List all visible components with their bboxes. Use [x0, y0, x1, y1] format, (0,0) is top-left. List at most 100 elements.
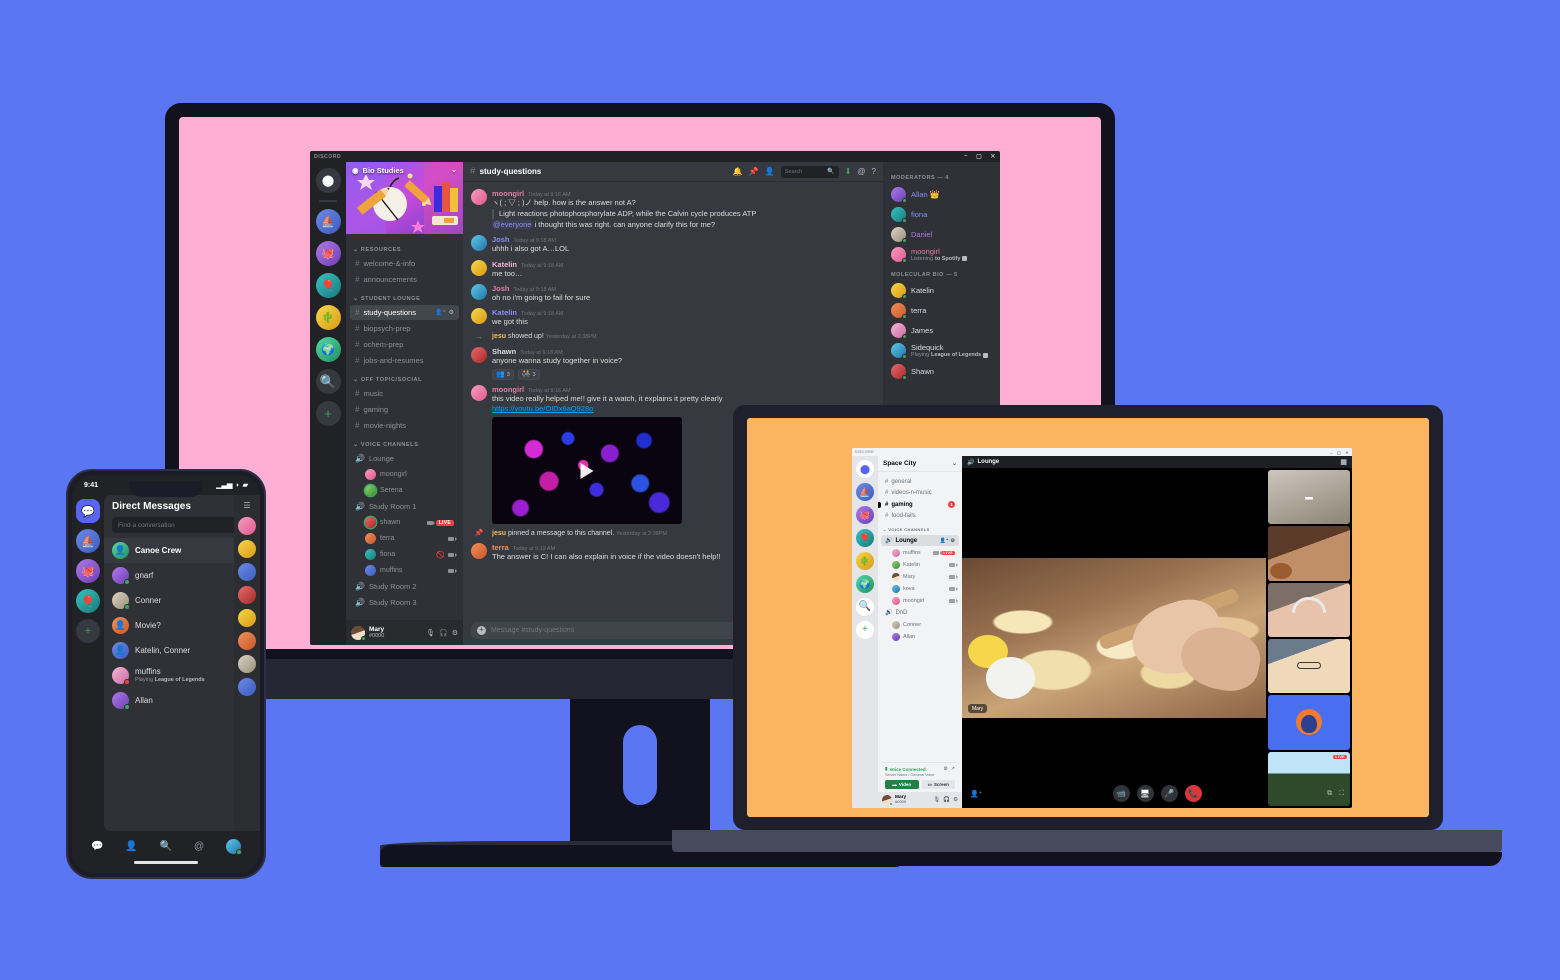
peek-avatar[interactable]: [238, 632, 256, 650]
channel-item-announcements[interactable]: # announcements: [350, 272, 459, 287]
avatar[interactable]: [471, 307, 487, 324]
voice-member[interactable]: Katelin: [888, 559, 959, 570]
channel-item-biopsych-prep[interactable]: # biopsych-prep: [350, 321, 459, 336]
voice-channel-Study Room 3[interactable]: 🔊 Study Room 3: [350, 595, 459, 610]
hamburger-icon[interactable]: ☰: [243, 501, 250, 510]
server-cactus[interactable]: 🌵: [856, 552, 874, 570]
voice-channel-Lounge[interactable]: 🔊 Lounge: [350, 451, 459, 466]
author-name[interactable]: terra: [492, 543, 509, 552]
tile-guitar[interactable]: [1268, 526, 1350, 581]
nav-search[interactable]: 🔍: [160, 841, 172, 852]
add-attachment-icon[interactable]: +: [477, 626, 486, 635]
channel-item-study-questions[interactable]: # study-questions 👤⁺ ⚙: [350, 305, 459, 320]
author-name[interactable]: Josh: [492, 284, 510, 293]
voice-channel-Study Room 1[interactable]: 🔊 Study Room 1: [350, 499, 459, 514]
channel-list[interactable]: RESOURCES#welcome-&-info#announcementsST…: [346, 234, 463, 620]
invite-icon[interactable]: 👤⁺: [970, 790, 982, 798]
member-row[interactable]: fiona: [883, 204, 1000, 224]
minimize-button[interactable]: –: [1330, 450, 1333, 455]
member-row[interactable]: Shawn: [883, 361, 1000, 381]
voice-member[interactable]: Serena: [360, 483, 459, 498]
channel-list[interactable]: # general # videos-n-music # gaming 1 # food-fai…: [878, 472, 962, 762]
discord-home[interactable]: ⬤: [856, 460, 874, 478]
channel-category[interactable]: OFF TOPIC/SOCIAL: [346, 369, 463, 385]
channel-item-gaming[interactable]: # gaming: [350, 402, 459, 417]
pin-icon[interactable]: 📌: [749, 167, 759, 176]
server-teal[interactable]: 🎈: [315, 273, 341, 298]
peek-avatar[interactable]: [238, 540, 256, 558]
server-header[interactable]: ◉ Bio Studies ⌄: [346, 162, 463, 178]
voice-member[interactable]: muffins: [360, 563, 459, 578]
chevron-down-icon[interactable]: ⌄: [952, 460, 957, 467]
tile-avatar[interactable]: [1268, 695, 1350, 750]
settings-icon[interactable]: ⚙: [943, 766, 947, 772]
add-server[interactable]: +: [315, 401, 341, 426]
video-button[interactable]: ▬ Video: [885, 780, 919, 789]
voice-member[interactable]: muffins LIVE: [888, 547, 959, 558]
voice-channel-Study Room 2[interactable]: 🔊 Study Room 2: [350, 579, 459, 594]
mentions-icon[interactable]: @: [857, 167, 865, 176]
home-dms[interactable]: 💬: [76, 499, 100, 523]
help-icon[interactable]: ?: [872, 167, 876, 176]
peek-avatar[interactable]: [238, 517, 256, 535]
minimize-button[interactable]: –: [964, 153, 968, 160]
peek-avatar[interactable]: [238, 678, 256, 696]
search-input[interactable]: Find a conversation 🔍: [112, 517, 252, 533]
tile-headphones[interactable]: [1268, 582, 1350, 637]
invite-icon[interactable]: 👤⁺: [435, 309, 446, 316]
gear-icon[interactable]: ⚙: [953, 797, 958, 803]
avatar[interactable]: [471, 259, 487, 276]
popout-icon[interactable]: ⧉: [1327, 790, 1332, 798]
member-row[interactable]: terra: [883, 301, 1000, 321]
voice-category[interactable]: VOICE CHANNELS: [346, 434, 463, 450]
channel-item-jobs-and-resumes[interactable]: # jobs-and-resumes: [350, 353, 459, 368]
bell-icon[interactable]: 🔔: [733, 167, 743, 176]
voice-member[interactable]: shawn LIVE: [360, 515, 459, 530]
avatar[interactable]: [351, 625, 366, 641]
tile-glasses[interactable]: [1268, 638, 1350, 694]
disconnect-icon[interactable]: ↗: [951, 766, 955, 772]
main-video-tile[interactable]: Mary: [962, 558, 1266, 718]
avatar[interactable]: [471, 346, 487, 363]
server-bio-studies[interactable]: 🐙: [315, 241, 341, 266]
voice-channel-Lounge[interactable]: 🔊 Lounge 👤⁺ ⚙: [881, 535, 959, 546]
mention-everyone[interactable]: @everyone: [492, 220, 533, 230]
peek-avatar[interactable]: [238, 609, 256, 627]
server-teal[interactable]: 🎈: [856, 529, 874, 547]
server-banner[interactable]: ◉ Bio Studies ⌄: [346, 162, 463, 234]
voice-member[interactable]: Conner: [888, 619, 959, 630]
voice-channel-DnD[interactable]: 🔊 DnD: [881, 607, 959, 618]
avatar[interactable]: [471, 385, 487, 401]
member-row[interactable]: Sidequick Playing League of Legends: [883, 341, 1000, 362]
fullscreen-icon[interactable]: ⛶: [1339, 790, 1344, 798]
maximize-button[interactable]: ▢: [1337, 450, 1341, 455]
screenshare-button[interactable]: ▭ Screen: [921, 780, 955, 789]
headphones-icon[interactable]: 🎧: [943, 797, 950, 803]
channel-category[interactable]: RESOURCES: [346, 239, 463, 255]
voice-category[interactable]: VOICE CHANNELS: [878, 522, 962, 534]
member-row[interactable]: Daniel: [883, 224, 1000, 244]
nav-friends[interactable]: 👤: [125, 841, 137, 852]
channel-item-general[interactable]: # general: [881, 477, 959, 487]
author-name[interactable]: Shawn: [492, 347, 516, 356]
nav-home[interactable]: 💬: [91, 841, 103, 852]
message-link[interactable]: https://youtu.be/OIDx6aQ928o: [492, 404, 593, 413]
nav-mentions[interactable]: @: [194, 841, 204, 852]
server-sailboat[interactable]: ⛵: [856, 483, 874, 501]
close-button[interactable]: ✕: [1345, 450, 1349, 455]
gear-icon[interactable]: ⚙: [452, 629, 458, 637]
channel-category[interactable]: STUDENT LOUNGE: [346, 288, 463, 304]
inbox-icon[interactable]: ⬇: [845, 167, 852, 176]
avatar[interactable]: [471, 283, 487, 300]
channel-item-gaming[interactable]: # gaming 1: [881, 499, 959, 510]
grid-icon[interactable]: ▦: [1340, 458, 1347, 466]
add-server[interactable]: +: [856, 621, 874, 639]
server-teal[interactable]: 🎈: [76, 589, 100, 613]
member-row[interactable]: James: [883, 321, 1000, 341]
gear-icon[interactable]: ⚙: [449, 309, 454, 316]
channel-item-food-fails[interactable]: # food-fails: [881, 511, 959, 521]
server-sailboat[interactable]: ⛵: [315, 209, 341, 234]
server-sailboat[interactable]: ⛵: [76, 529, 100, 553]
author-name[interactable]: Josh: [492, 235, 510, 244]
microphone-icon[interactable]: 🎙: [426, 629, 435, 637]
